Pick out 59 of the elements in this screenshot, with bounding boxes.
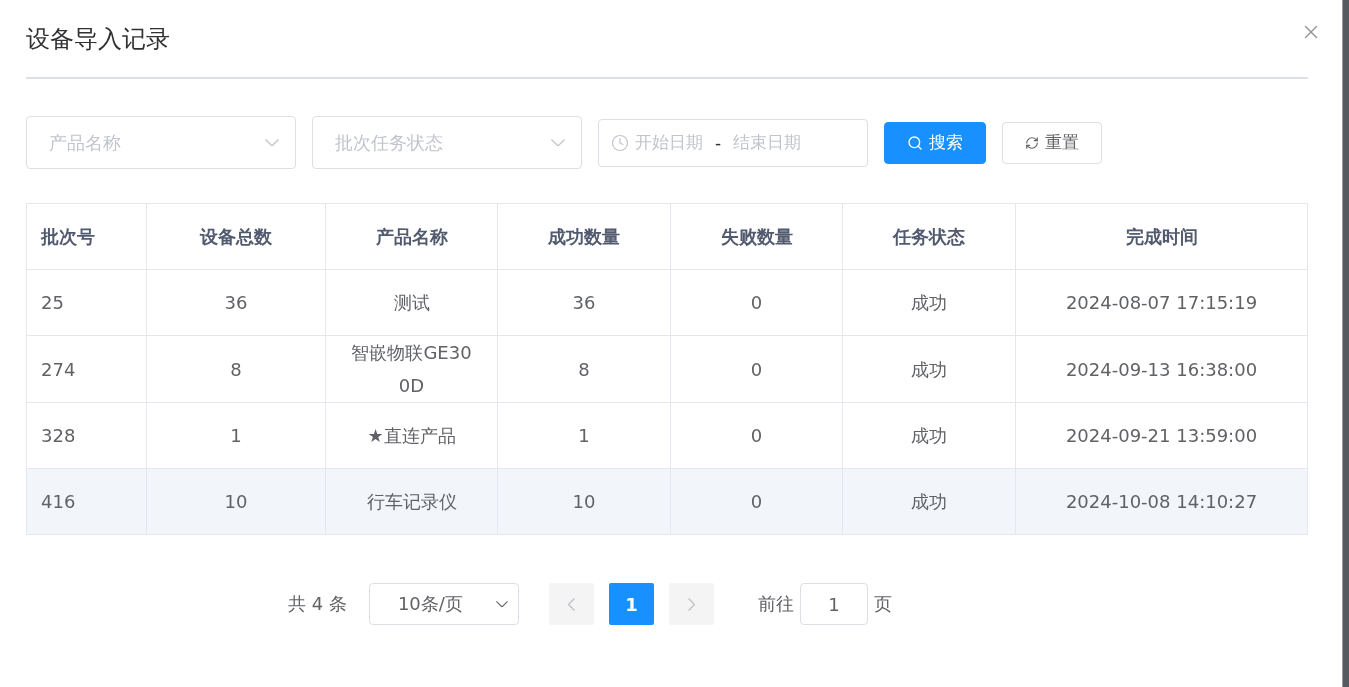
column-header: 完成时间 [1124,225,1199,249]
search-button[interactable]: 搜索 [884,121,986,164]
column-header: 批次号 [27,204,147,269]
table-cell: 8 [498,336,671,402]
table-cell: 274 [27,336,147,402]
goto-label: 前往 [757,592,794,616]
table-cell: 0 [671,336,843,402]
date-range-field[interactable]: 开始日期 - 结束日期 [598,118,868,167]
column-header: 任务状态 [843,204,1016,269]
chevron-right-icon [687,597,695,611]
table-row[interactable]: 274 8 智嵌物联GE300D 8 0 成功 2024-09-13 16:38:00 [27,336,1307,403]
table-cell: 36 [498,270,671,335]
column-header: 成功数量 [498,204,671,269]
table-cell: 测试 [326,270,498,335]
page-button[interactable]: 1 [608,583,654,625]
table-cell: 成功 [843,403,1016,468]
table-cell-text: 2024-09-13 16:38:00 [1064,357,1259,382]
table-cell-text: 2024-08-07 17:15:19 [1064,291,1259,315]
column-header: 设备总数 [147,204,326,269]
table-cell: 10 [498,469,671,534]
table-cell: 1 [147,403,326,468]
page-size-select[interactable]: 10条/页 [368,583,519,625]
table-cell: 成功 [843,270,1016,335]
table-cell: 328 [27,403,147,468]
table-cell-text: 2024-10-08 14:10:27 [1064,490,1259,514]
column-header: 产品名称 [326,204,498,269]
reset-button[interactable]: 重置 [1002,121,1102,164]
dialog-title: 设备导入记录 [26,23,170,55]
chevron-left-icon [567,597,575,611]
chevron-down-icon [551,138,565,147]
page-suffix: 页 [873,592,892,616]
table-cell: 智嵌物联GE300D [326,336,498,402]
table-cell: 8 [147,336,326,402]
search-icon [907,134,923,151]
chevron-down-icon [265,138,279,147]
clock-icon [611,133,629,152]
table-cell: 10 [147,469,326,534]
table-cell: 成功 [843,469,1016,534]
table-cell: 1 [498,403,671,468]
table-row[interactable]: 25 36 测试 36 0 成功 2024-08-07 17:15:19 [27,270,1307,336]
refresh-icon [1025,135,1039,150]
table-cell: 0 [671,270,843,335]
table-cell: ★直连产品 [326,403,498,468]
previous-page-button[interactable] [548,583,594,625]
table-cell: 0 [671,469,843,534]
column-header: 失败数量 [671,204,843,269]
table-cell: 成功 [843,336,1016,402]
table-cell: 25 [27,270,147,335]
chevron-down-icon [495,600,508,608]
next-page-button[interactable] [668,583,714,625]
table-row[interactable]: 328 1 ★直连产品 1 0 成功 2024-09-21 13:59:00 [27,403,1307,469]
table-cell: 36 [147,270,326,335]
page-number-input[interactable]: 1 [799,583,868,625]
table-row[interactable]: 416 10 行车记录仪 10 0 成功 2024-10-08 14:10:27 [27,469,1307,535]
total-count: 共 4 条 [288,592,347,616]
table-cell: 行车记录仪 [326,469,498,534]
table-cell-text: 2024-09-21 13:59:00 [1064,424,1259,448]
table-cell: 0 [671,403,843,468]
table-cell: 416 [27,469,147,534]
